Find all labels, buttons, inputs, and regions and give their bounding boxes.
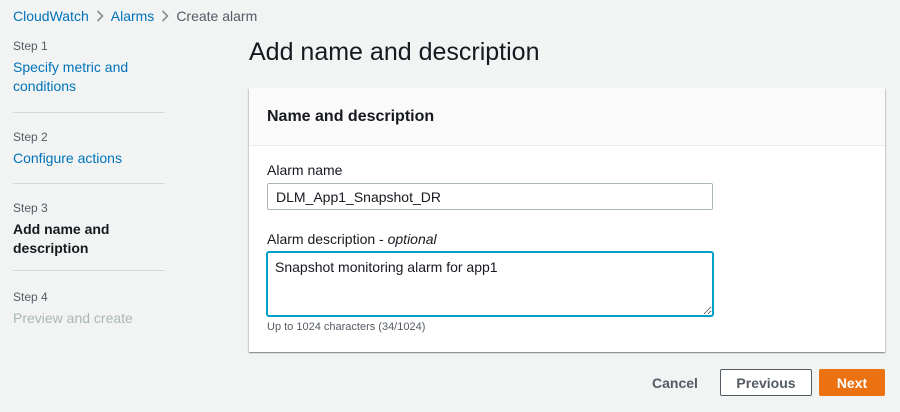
step-link-configure-actions[interactable]: Configure actions (13, 149, 165, 168)
step-4: Step 4 Preview and create (13, 289, 165, 327)
step-divider (13, 183, 165, 184)
alarm-name-label-text: Alarm name (267, 162, 343, 178)
alarm-description-label: Alarm description - optional (267, 231, 437, 247)
next-button[interactable]: Next (819, 369, 885, 396)
step-2: Step 2 Configure actions (13, 129, 165, 167)
step-divider (13, 270, 165, 271)
step-number: Step 4 (13, 290, 48, 304)
panel-header: Name and description (249, 88, 885, 146)
optional-tag: optional (387, 231, 437, 247)
breadcrumb: CloudWatch Alarms Create alarm (13, 6, 257, 26)
step-number: Step 3 (13, 201, 48, 215)
alarm-name-label: Alarm name (267, 162, 342, 178)
step-number: Step 2 (13, 130, 48, 144)
wizard-steps: Step 1 Specify metric and conditions Ste… (13, 38, 165, 327)
name-description-panel: Name and description Alarm name Alarm de… (249, 88, 885, 352)
step-current-add-name: Add name and description (13, 221, 110, 256)
breadcrumb-cloudwatch[interactable]: CloudWatch (13, 8, 89, 24)
alarm-description-label-text: Alarm description (267, 231, 376, 247)
step-disabled-preview: Preview and create (13, 310, 133, 326)
previous-button[interactable]: Previous (720, 369, 812, 396)
step-1: Step 1 Specify metric and conditions (13, 38, 165, 96)
step-divider (13, 112, 165, 113)
panel-title: Name and description (267, 107, 435, 125)
step-number: Step 1 (13, 39, 48, 53)
cancel-button[interactable]: Cancel (643, 369, 707, 396)
breadcrumb-alarms[interactable]: Alarms (111, 8, 155, 24)
chevron-right-icon (89, 10, 111, 22)
step-link-specify-metric[interactable]: Specify metric and conditions (13, 58, 143, 96)
character-count-hint: Up to 1024 characters (34/1024) (267, 321, 426, 333)
alarm-name-input[interactable] (267, 183, 713, 210)
step-3: Step 3 Add name and description (13, 200, 165, 258)
page-title: Add name and description (249, 38, 540, 66)
chevron-right-icon (154, 10, 176, 22)
alarm-description-textarea[interactable]: Snapshot monitoring alarm for app1 (267, 252, 713, 316)
breadcrumb-create-alarm: Create alarm (176, 8, 258, 24)
